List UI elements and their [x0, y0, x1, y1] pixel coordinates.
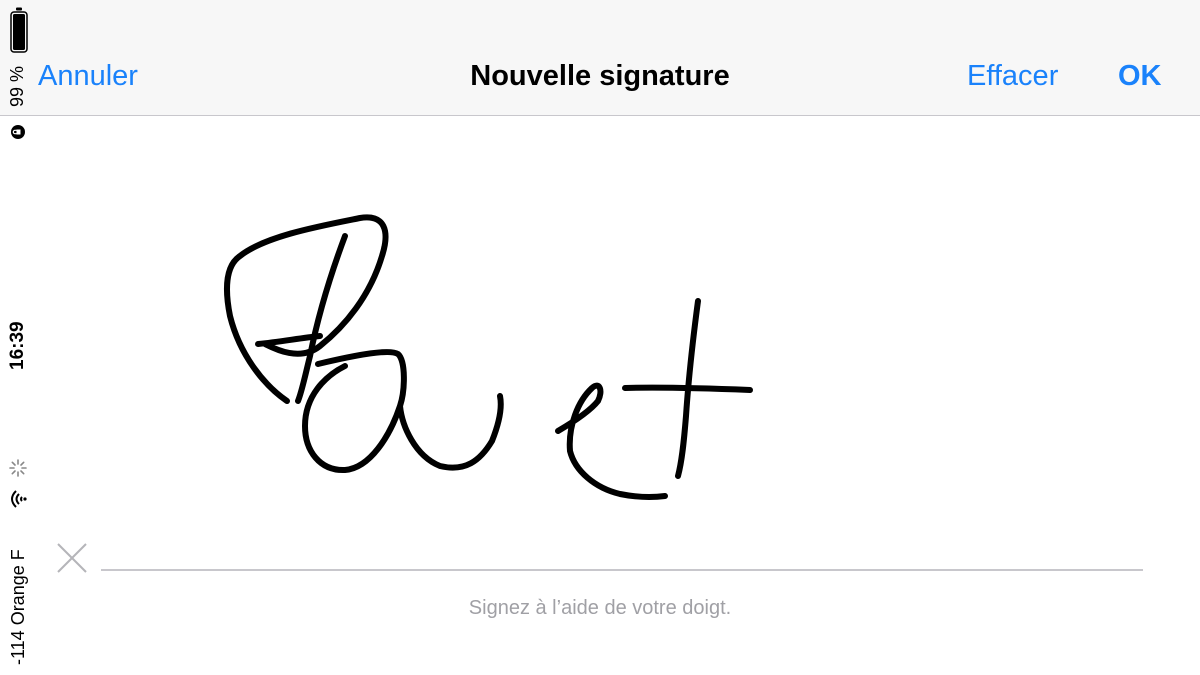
signature-stroke	[622, 384, 753, 393]
signature-stroke	[302, 349, 504, 474]
status-bar-content: -114 Orange F 16:39 99 %	[0, 0, 36, 675]
close-x-icon	[56, 542, 88, 574]
signature-screen: Annuler Nouvelle signature Effacer OK -1…	[0, 0, 1200, 675]
battery-icon	[10, 5, 28, 53]
activity-spinner-icon	[9, 459, 27, 477]
clear-button[interactable]: Effacer	[967, 56, 1058, 96]
status-bar: -114 Orange F 16:39 99 %	[0, 0, 36, 675]
orientation-lock-icon	[10, 124, 26, 140]
ok-button[interactable]: OK	[1118, 56, 1162, 96]
signature-stroke	[295, 233, 348, 404]
status-time: 16:39	[7, 321, 28, 370]
signature-stroke	[555, 382, 668, 501]
signature-canvas[interactable]: Signez à l’aide de votre doigt.	[0, 116, 1200, 675]
cancel-button[interactable]: Annuler	[38, 56, 138, 96]
wifi-icon	[8, 489, 28, 509]
navigation-bar: Annuler Nouvelle signature Effacer OK	[0, 0, 1200, 116]
signature-baseline	[101, 569, 1143, 571]
carrier-label: -114 Orange F	[8, 549, 28, 665]
signature-drawing	[224, 214, 753, 501]
signature-hint: Signez à l’aide de votre doigt.	[468, 597, 732, 619]
battery-percent: 99 %	[7, 65, 27, 107]
